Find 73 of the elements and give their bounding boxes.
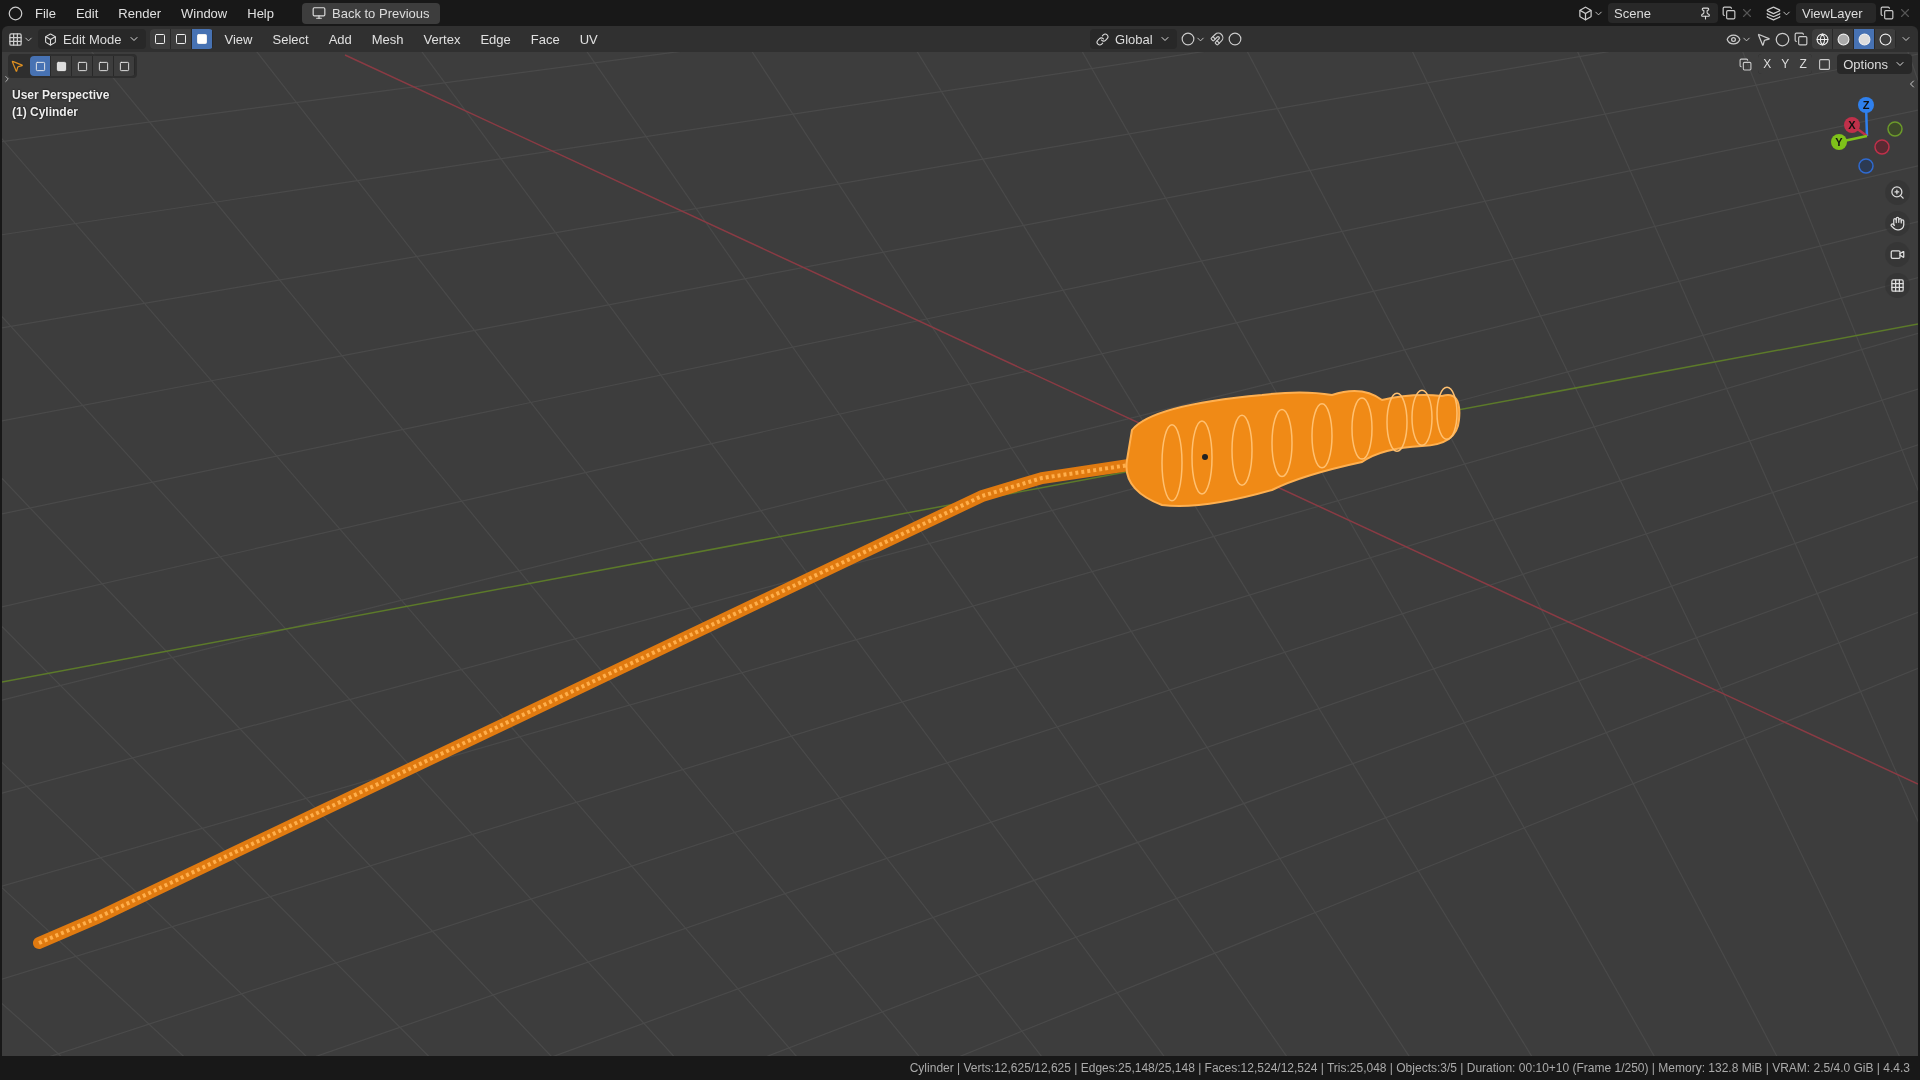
- edge-select-button[interactable]: [170, 29, 191, 49]
- square-icon: [118, 60, 130, 72]
- axis-dot[interactable]: [1858, 97, 1874, 113]
- wireframe-shading-button[interactable]: [1812, 29, 1832, 49]
- monitor-icon: [312, 6, 326, 20]
- axis-dot[interactable]: [1844, 117, 1860, 133]
- menu-item[interactable]: Mesh: [363, 28, 412, 50]
- mirror-axis-toggle[interactable]: Z: [1794, 54, 1813, 74]
- axis-label: Y: [1835, 136, 1843, 148]
- face-select-button[interactable]: [191, 29, 212, 49]
- copy-icon[interactable]: [1722, 6, 1736, 20]
- copy-icon[interactable]: [1880, 6, 1894, 20]
- menu-item[interactable]: View: [216, 28, 261, 50]
- solid-shading-button[interactable]: [1833, 29, 1853, 49]
- scene-icon[interactable]: [1578, 5, 1604, 21]
- menu-item[interactable]: UV: [571, 28, 606, 50]
- sphere-icon: [1836, 32, 1850, 46]
- axis-ring[interactable]: [1887, 121, 1903, 137]
- back-to-previous-button[interactable]: Back to Previous: [302, 2, 440, 24]
- subtract-mode-button[interactable]: [72, 56, 92, 76]
- menu-item[interactable]: File: [27, 2, 64, 24]
- menu-item[interactable]: Select: [264, 28, 317, 50]
- magnet-icon[interactable]: [1209, 32, 1224, 46]
- axis-dot[interactable]: [1831, 134, 1847, 150]
- globe-icon: [1815, 32, 1829, 46]
- square-icon: [153, 33, 166, 45]
- extend-mode-button[interactable]: [51, 56, 71, 76]
- orientation-dropdown[interactable]: Global: [1090, 29, 1177, 49]
- square-icon: [55, 60, 67, 72]
- pin-icon: [1699, 6, 1712, 20]
- mirror-axis-toggle[interactable]: Y: [1776, 54, 1795, 74]
- menu-item[interactable]: Edit: [67, 2, 107, 24]
- zoom-icon[interactable]: [1885, 180, 1910, 205]
- invert-mode-button[interactable]: [93, 56, 113, 76]
- options-dropdown[interactable]: Options: [1837, 54, 1912, 74]
- mirror-axis-toggle[interactable]: X: [1758, 54, 1777, 74]
- view-layer-field[interactable]: ViewLayer: [1796, 3, 1876, 23]
- toolbar-toggle-icon[interactable]: [2, 74, 12, 84]
- menu-item[interactable]: Render: [110, 2, 169, 24]
- square-icon: [76, 60, 88, 72]
- menu-item[interactable]: Edge: [472, 28, 519, 50]
- axis-label: Z: [1862, 99, 1870, 111]
- menu-item[interactable]: Window: [173, 2, 236, 24]
- object-label: (1) Cylinder: [12, 105, 79, 119]
- link-icon: [1096, 32, 1110, 46]
- menu-item[interactable]: Vertex: [415, 28, 469, 50]
- view-name: User Perspective: [12, 88, 110, 102]
- status-bar-text: Cylinder | Verts:12,625/12,625 | Edges:25,148/25,148 | Faces:12,524/12,524 | Tris:25,048 | Objects:3/5 | Duration: 00:10+10 (Frame 1/250) | Memory: 132.8 MiB | VRAM: 2.5/4.0 GiB | 4.4.3: [909, 1061, 1910, 1075]
- square-icon: [174, 33, 187, 45]
- grid-icon[interactable]: [1885, 273, 1910, 298]
- cube-icon: [44, 32, 57, 46]
- hand-icon[interactable]: [1885, 211, 1910, 236]
- square-icon: [34, 60, 46, 72]
- intersect-mode-button[interactable]: [114, 56, 134, 76]
- camera-icon[interactable]: [1885, 242, 1910, 267]
- square-icon: [97, 60, 109, 72]
- eye-icon[interactable]: [1726, 31, 1752, 47]
- new-mode-button[interactable]: [30, 56, 50, 76]
- axis-label: X: [1848, 119, 1856, 131]
- sphere-icon: [1878, 32, 1892, 46]
- material-shading-button[interactable]: [1854, 29, 1874, 49]
- editor-type-icon[interactable]: [8, 31, 34, 47]
- vertex-select-button[interactable]: [149, 29, 170, 49]
- navigation-gizmo[interactable]: Z X Y: [1828, 88, 1908, 183]
- mode-dropdown[interactable]: Edit Mode: [38, 29, 146, 49]
- scene-field[interactable]: Scene: [1608, 3, 1718, 23]
- rendered-shading-button[interactable]: [1875, 29, 1895, 49]
- menu-item[interactable]: Add: [320, 28, 360, 50]
- layers-icon[interactable]: [1766, 5, 1792, 21]
- sphere-icon: [1857, 32, 1871, 46]
- menu-item[interactable]: Help: [239, 2, 282, 24]
- menu-item[interactable]: Face: [522, 28, 568, 50]
- square-icon: [195, 33, 208, 45]
